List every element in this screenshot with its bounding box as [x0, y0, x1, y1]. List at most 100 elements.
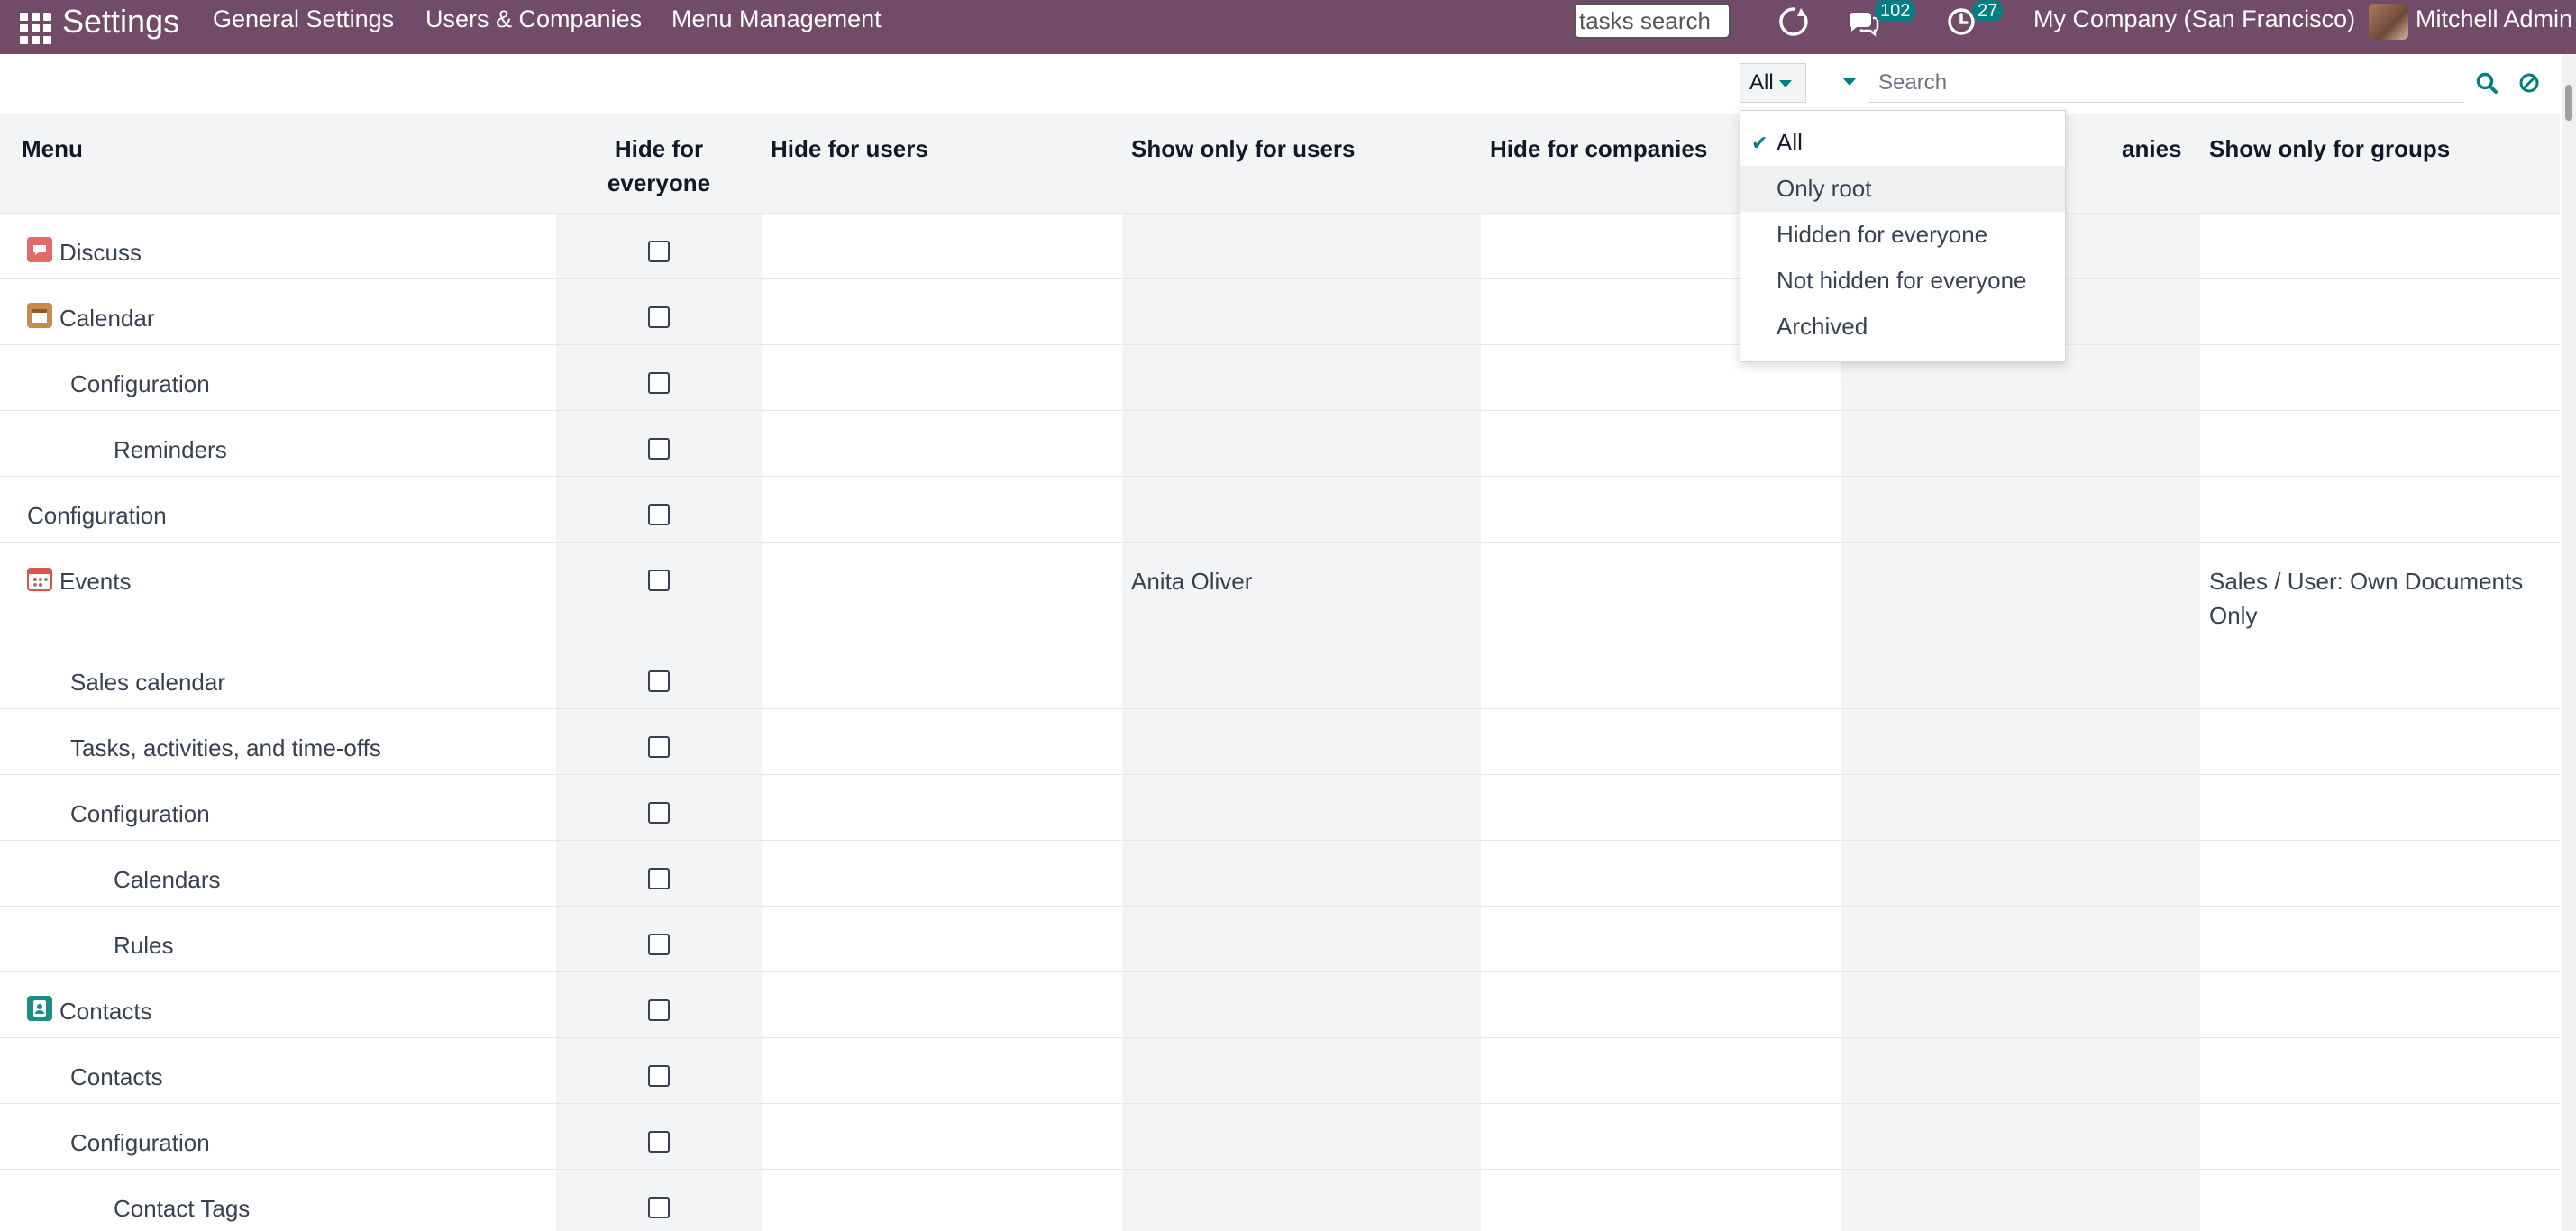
header-show-only-for-users[interactable]: Show only for users — [1122, 114, 1481, 213]
table-row[interactable]: Configuration — [0, 475, 2560, 542]
show-users-cell[interactable]: Anita Oliver — [1122, 541, 1481, 643]
page-scrollbar[interactable] — [2562, 54, 2576, 1231]
hide-for-everyone-checkbox[interactable] — [648, 1196, 670, 1218]
table-row[interactable]: Rules — [0, 905, 2560, 971]
hide-for-everyone-checkbox[interactable] — [648, 670, 670, 692]
show-users-cell[interactable] — [1122, 971, 1481, 1037]
discuss-icon — [27, 236, 52, 262]
show-users-cell[interactable] — [1122, 1168, 1481, 1231]
show-groups-cell[interactable] — [2200, 773, 2560, 840]
table-row[interactable]: Events Anita Oliver Sales / User: Own Do… — [0, 541, 2560, 643]
table-row[interactable]: Discuss — [0, 212, 2560, 278]
app-title[interactable]: Settings — [62, 4, 179, 40]
show-users-cell[interactable] — [1122, 905, 1481, 971]
filter-select-value: All — [1749, 70, 1774, 95]
avatar[interactable] — [2369, 4, 2408, 40]
hide-for-everyone-checkbox[interactable] — [648, 801, 670, 824]
search-input[interactable] — [1869, 63, 2464, 103]
menu-menu-management[interactable]: Menu Management — [671, 5, 882, 33]
show-groups-cell[interactable] — [2200, 839, 2560, 906]
activity-clock-icon[interactable]: 27 — [1945, 0, 2004, 40]
menu-label: Configuration — [0, 1102, 556, 1169]
table-row[interactable]: Sales calendar — [0, 642, 2560, 708]
app-grid-icon[interactable] — [14, 7, 51, 44]
show-groups-cell[interactable] — [2200, 475, 2560, 542]
user-menu[interactable]: Mitchell Admin — [2416, 5, 2572, 33]
menu-users-companies[interactable]: Users & Companies — [425, 5, 642, 33]
show-groups-cell[interactable] — [2200, 212, 2560, 278]
show-users-cell[interactable] — [1122, 839, 1481, 906]
show-groups-cell[interactable] — [2200, 409, 2560, 476]
calendar-icon — [27, 302, 52, 328]
show-groups-cell[interactable] — [2200, 1102, 2560, 1169]
search-icon[interactable] — [2474, 70, 2499, 96]
show-groups-cell[interactable] — [2200, 642, 2560, 708]
hide-for-everyone-checkbox[interactable] — [648, 503, 670, 525]
menu-label: Tasks, activities, and time-offs — [0, 707, 556, 774]
hide-for-everyone-checkbox[interactable] — [648, 1064, 670, 1087]
table-row[interactable]: Calendars — [0, 839, 2560, 906]
hide-for-everyone-checkbox[interactable] — [648, 735, 670, 758]
clear-search-icon[interactable] — [2517, 70, 2542, 96]
table-header-row: Menu Hide for everyone Hide for users Sh… — [0, 114, 2560, 213]
table-row[interactable]: Contact Tags — [0, 1168, 2560, 1231]
show-users-cell[interactable] — [1122, 1036, 1481, 1103]
show-groups-cell[interactable] — [2200, 707, 2560, 774]
table-row[interactable]: Reminders — [0, 409, 2560, 476]
chat-icon[interactable]: 102 — [1844, 0, 1916, 40]
hide-for-everyone-checkbox[interactable] — [648, 371, 670, 394]
show-groups-cell[interactable] — [2200, 971, 2560, 1037]
table-row[interactable]: Calendar — [0, 278, 2560, 344]
hide-for-everyone-checkbox[interactable] — [648, 933, 670, 955]
show-users-cell[interactable] — [1122, 409, 1481, 476]
table-row[interactable]: Configuration — [0, 343, 2560, 410]
filter-option-hidden-for-everyone[interactable]: Hidden for everyone — [1740, 212, 2065, 258]
table-row[interactable]: Configuration — [0, 773, 2560, 840]
hide-for-everyone-checkbox[interactable] — [648, 867, 670, 889]
show-users-cell[interactable] — [1122, 707, 1481, 774]
header-hide-for-everyone[interactable]: Hide for everyone — [556, 114, 762, 213]
table-row[interactable]: Tasks, activities, and time-offs — [0, 707, 2560, 774]
filter-option-only-root[interactable]: Only root — [1740, 166, 2065, 212]
hide-for-everyone-checkbox[interactable] — [648, 240, 670, 262]
show-groups-cell[interactable] — [2200, 1168, 2560, 1231]
tasks-search-input[interactable]: tasks search — [1574, 3, 1731, 39]
show-users-cell[interactable] — [1122, 343, 1481, 410]
show-users-cell[interactable] — [1122, 278, 1481, 344]
show-groups-cell[interactable] — [2200, 905, 2560, 971]
show-users-cell[interactable] — [1122, 1102, 1481, 1169]
filter-option-archived[interactable]: Archived — [1740, 304, 2065, 350]
show-users-cell[interactable] — [1122, 773, 1481, 840]
company-switcher[interactable]: My Company (San Francisco) — [2033, 5, 2355, 33]
header-show-only-for-groups[interactable]: Show only for groups — [2200, 114, 2560, 213]
refresh-icon[interactable] — [1776, 4, 1812, 40]
search-options-caret-icon[interactable] — [1842, 78, 1857, 86]
show-groups-cell[interactable]: Sales / User: Own Documents Only — [2200, 541, 2560, 643]
hide-for-everyone-checkbox[interactable] — [648, 569, 670, 591]
filter-option-all[interactable]: ✔ All — [1740, 120, 2065, 166]
header-hide-for-users[interactable]: Hide for users — [762, 114, 1122, 213]
filter-select[interactable]: All — [1740, 63, 1806, 103]
show-users-cell[interactable] — [1122, 642, 1481, 708]
show-groups-cell[interactable] — [2200, 278, 2560, 344]
menu-label: Sales calendar — [0, 642, 556, 708]
show-groups-cell[interactable] — [2200, 343, 2560, 410]
table-row[interactable]: Contacts — [0, 971, 2560, 1037]
table-row[interactable]: Configuration — [0, 1102, 2560, 1169]
filter-option-not-hidden-for-everyone[interactable]: Not hidden for everyone — [1740, 258, 2065, 304]
menu-general-settings[interactable]: General Settings — [213, 5, 394, 33]
show-groups-cell[interactable] — [2200, 1036, 2560, 1103]
hide-for-everyone-checkbox[interactable] — [648, 998, 670, 1021]
chevron-down-icon — [1778, 79, 1792, 87]
hide-for-everyone-checkbox[interactable] — [648, 305, 670, 328]
menu-label: Calendar — [59, 304, 155, 332]
scrollbar-thumb[interactable] — [2565, 85, 2572, 121]
header-menu[interactable]: Menu — [0, 114, 556, 213]
hide-for-everyone-checkbox[interactable] — [648, 437, 670, 460]
filter-dropdown-menu: ✔ All Only root Hidden for everyone Not h… — [1740, 110, 2066, 362]
hide-for-everyone-checkbox[interactable] — [648, 1130, 670, 1153]
show-users-cell[interactable] — [1122, 475, 1481, 542]
table-row[interactable]: Contacts — [0, 1036, 2560, 1103]
show-users-cell[interactable] — [1122, 212, 1481, 278]
menu-label: Contacts — [0, 1036, 556, 1103]
